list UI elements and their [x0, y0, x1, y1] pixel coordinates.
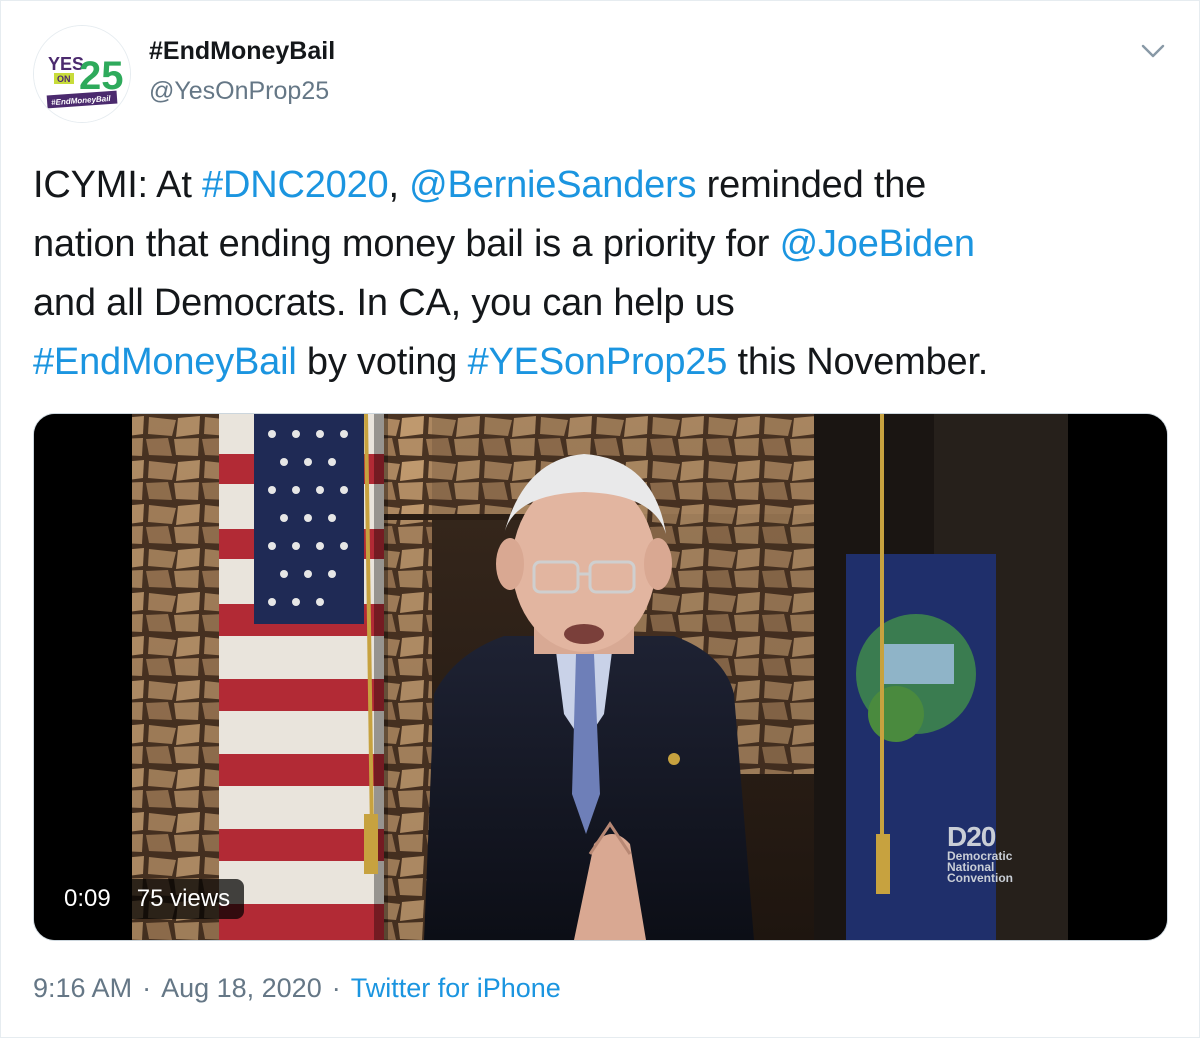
tweet-line: and all Democrats. In CA, you can help u… [33, 274, 1173, 333]
display-name[interactable]: #EndMoneyBail [149, 37, 335, 66]
tweet-text-segment: nation that ending money bail is a prior… [33, 223, 780, 265]
avatar-on-text: ON [57, 74, 71, 84]
tweet-text-segment: this November. [727, 341, 989, 383]
tweet-date[interactable]: Aug 18, 2020 [161, 973, 322, 1004]
meta-separator: · [142, 973, 152, 1003]
tweet-text-segment: , [388, 164, 410, 206]
video-info-badge: 0:09 75 views [50, 879, 245, 919]
meta-separator: · [331, 973, 341, 1003]
hashtag-link[interactable]: #YESonProp25 [468, 341, 728, 383]
hashtag-link[interactable]: #EndMoneyBail [33, 341, 297, 383]
avatar-number-text: 25 [79, 54, 124, 98]
tweet-line: #EndMoneyBail by voting #YESonProp25 thi… [33, 333, 1173, 392]
tweet-line: ICYMI: At #DNC2020, @BernieSanders remin… [33, 156, 1173, 215]
tweet-line: nation that ending money bail is a prior… [33, 215, 1173, 274]
tweet-text-segment: by voting [296, 341, 468, 383]
video-views: 75 views [136, 885, 231, 912]
tweet-meta: 9:16 AM · Aug 18, 2020 · Twitter for iPh… [33, 973, 561, 1004]
tweet-card: YES ON 25 #EndMoneyBail #EndMoneyBail @Y… [0, 0, 1200, 1038]
dnc-watermark-logo: D20 Democratic National Convention [947, 821, 1013, 885]
tweet-time[interactable]: 9:16 AM [33, 973, 132, 1004]
mention-link[interactable]: @JoeBiden [780, 223, 975, 265]
user-handle[interactable]: @YesOnProp25 [149, 77, 329, 106]
tweet-text-segment: ICYMI: At [33, 164, 203, 206]
dnc-line-3: Convention [947, 871, 1013, 885]
mention-link[interactable]: @BernieSanders [409, 164, 696, 206]
avatar[interactable]: YES ON 25 #EndMoneyBail [33, 25, 131, 123]
dnc-mark: D20 [947, 821, 996, 852]
tweet-text-segment: and all Democrats. In CA, you can help u… [33, 282, 735, 324]
tweet-source-link[interactable]: Twitter for iPhone [351, 973, 561, 1004]
video-duration: 0:09 [64, 885, 111, 912]
chevron-down-icon[interactable] [1139, 37, 1167, 65]
tweet-text: ICYMI: At #DNC2020, @BernieSanders remin… [33, 156, 1173, 392]
tweet-text-segment: reminded the [696, 164, 927, 206]
hashtag-link[interactable]: #DNC2020 [202, 164, 389, 206]
